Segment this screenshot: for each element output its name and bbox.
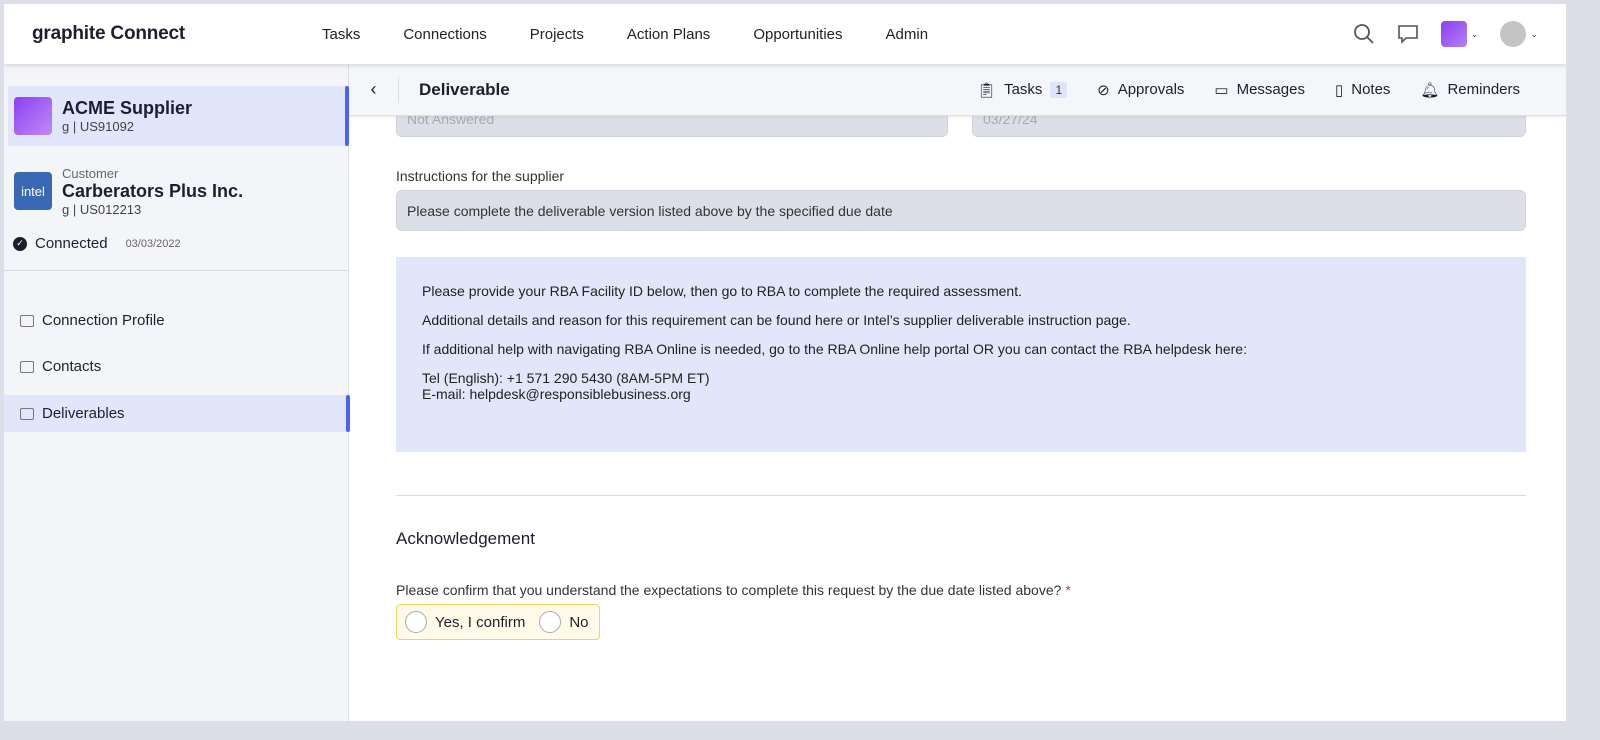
radio-label: Yes, I confirm [435,613,526,631]
app-window: graphite Connect Tasks Connections Proje… [4,4,1566,721]
main-nav: Tasks Connections Projects Action Plans … [322,26,928,43]
sidebar-item-label: Deliverables [42,405,125,422]
sidebar-item-connection-profile[interactable]: Connection Profile [4,302,349,339]
helpdesk-phone: Tel (English): +1 571 290 5430 (8AM-5PM … [422,370,710,386]
required-marker: * [1065,582,1071,598]
deliverable-form: Not Answered 03/27/24 Instructions for t… [396,92,1526,640]
status-date: 03/03/2022 [125,237,181,250]
radio-yes[interactable]: Yes, I confirm [405,611,525,633]
org-switcher[interactable]: ⌄ [1440,21,1479,47]
nav-action-plans[interactable]: Action Plans [627,26,710,43]
sub-header: ‹ Deliverable 📋︎ Tasks 1 ⊘ Approvals ▭ Messa… [349,64,1566,116]
tab-approvals[interactable]: ⊘ Approvals [1097,81,1184,99]
profile-icon [20,314,34,327]
contacts-icon [20,360,34,373]
customer-logo: intel [14,172,52,210]
sidebar: ACME Supplier g | US91092 intel Customer C… [4,64,350,721]
note-icon: ▯ [1334,81,1344,99]
search-icon[interactable] [1353,23,1375,45]
logo[interactable]: graphite Connect [32,23,185,45]
sidebar-item-label: Connection Profile [42,312,165,329]
tab-label: Approvals [1117,81,1185,98]
nav-connections[interactable]: Connections [403,26,486,43]
top-nav: graphite Connect Tasks Connections Proje… [4,4,1566,64]
instructions-field: Please complete the deliverable version … [396,190,1526,231]
confirm-radio-group: Yes, I confirm No [396,604,600,640]
confirm-question: Please confirm that you understand the e… [396,582,1526,598]
org-icon [1440,21,1467,47]
supplier-name: ACME Supplier [62,98,193,118]
tab-label: Messages [1236,81,1305,98]
section-title: Acknowledgement [396,529,535,548]
supplier-card[interactable]: ACME Supplier g | US91092 [8,86,349,146]
tab-label: Tasks [1004,81,1043,98]
nav-opportunities[interactable]: Opportunities [753,26,842,43]
customer-id: g | US012213 [62,202,142,217]
tab-messages[interactable]: ▭ Messages [1214,81,1305,99]
tasks-count-badge: 1 [1050,81,1068,98]
divider [396,495,1526,496]
tab-tasks[interactable]: 📋︎ Tasks 1 [977,81,1068,99]
customer-role: Customer [62,166,119,181]
question-text: Please confirm that you understand the e… [396,582,1062,598]
tab-reminders[interactable]: 🔔︎ Reminders [1420,81,1520,99]
chevron-down-icon: ⌄ [1530,28,1538,39]
message-icon: ▭ [1214,81,1229,99]
tab-label: Reminders [1447,81,1520,98]
chevron-down-icon: ⌄ [1470,28,1479,39]
check-circle-icon: ⊘ [1097,81,1110,99]
supplier-id: g | US91092 [62,119,135,134]
back-button[interactable]: ‹ [349,76,399,103]
sidebar-item-label: Contacts [42,358,102,375]
sidebar-item-deliverables[interactable]: Deliverables [4,395,350,432]
customer-card: intel Customer Carberators Plus Inc. g | U… [14,166,243,217]
customer-name: Carberators Plus Inc. [62,181,244,201]
info-text: If additional help with navigating RBA O… [422,341,1247,357]
bell-icon: 🔔︎ [1420,81,1440,99]
nav-projects[interactable]: Projects [530,26,584,43]
info-text: Additional details and reason for this r… [422,312,1131,328]
connection-status: ✓ Connected 03/03/2022 [13,235,181,252]
sidebar-item-contacts[interactable]: Contacts [4,348,349,385]
nav-admin[interactable]: Admin [886,26,929,43]
info-box: Please provide your RBA Facility ID belo… [396,257,1526,452]
radio-no[interactable]: No [539,611,589,633]
status-label: Connected [35,235,108,252]
user-menu[interactable]: ⌄ [1500,21,1538,47]
helpdesk-email: E-mail: helpdesk@responsiblebusiness.org [422,386,691,402]
clipboard-icon: 📋︎ [977,81,997,99]
nav-tasks[interactable]: Tasks [322,26,360,43]
box-icon [20,407,34,420]
avatar [1500,21,1527,47]
radio-circle[interactable] [405,611,427,633]
check-circle-icon: ✓ [13,236,27,251]
chat-icon[interactable] [1397,23,1419,45]
info-text: Please provide your RBA Facility ID belo… [422,283,1022,299]
page-title: Deliverable [419,79,510,99]
tab-label: Notes [1351,81,1391,98]
divider [4,270,349,271]
tab-notes[interactable]: ▯ Notes [1335,81,1390,99]
radio-label: No [569,613,589,631]
supplier-logo [14,97,52,135]
radio-circle[interactable] [539,611,562,633]
instructions-label: Instructions for the supplier [396,168,565,184]
